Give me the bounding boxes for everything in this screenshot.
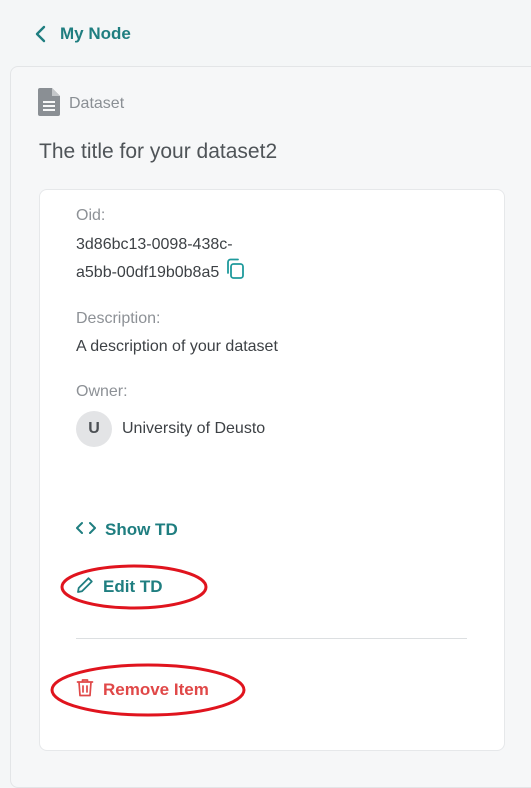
- code-icon: [76, 520, 96, 541]
- item-type-label: Dataset: [69, 95, 125, 112]
- edit-td-button[interactable]: Edit TD: [76, 575, 163, 599]
- remove-item-button[interactable]: Remove Item: [76, 678, 209, 702]
- remove-item-label: Remove Item: [103, 680, 209, 699]
- back-link-label: My Node: [60, 24, 131, 43]
- document-icon: [38, 87, 60, 121]
- trash-icon: [76, 678, 94, 702]
- edit-td-label: Edit TD: [103, 577, 163, 596]
- owner-name: University of Deusto: [122, 420, 266, 437]
- description-value: A description of your dataset: [76, 338, 278, 355]
- back-link[interactable]: My Node: [34, 22, 131, 46]
- oid-value-line2: a5bb-00df19b0b8a5: [76, 264, 220, 281]
- pencil-icon: [76, 576, 94, 599]
- show-td-label: Show TD: [105, 520, 178, 539]
- owner: U University of Deusto: [76, 411, 265, 447]
- copy-icon[interactable]: [225, 258, 245, 289]
- top-bar: My Node: [0, 0, 531, 68]
- avatar: U: [76, 411, 112, 447]
- oid-value-line1: 3d86bc13-0098-438c-: [76, 236, 233, 253]
- owner-label: Owner:: [76, 383, 128, 400]
- divider: [76, 638, 467, 639]
- chevron-left-icon: [34, 25, 48, 43]
- show-td-button[interactable]: Show TD: [76, 518, 178, 542]
- oid-value-line2-row: a5bb-00df19b0b8a5: [76, 258, 245, 289]
- item-type: Dataset: [38, 87, 125, 121]
- item-title: The title for your dataset2: [39, 140, 278, 163]
- description-label: Description:: [76, 310, 161, 327]
- oid-label: Oid:: [76, 207, 106, 224]
